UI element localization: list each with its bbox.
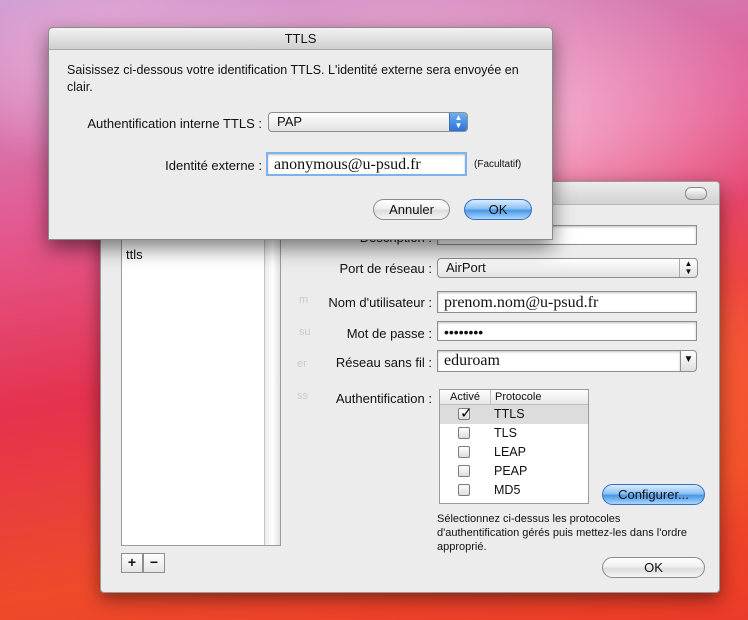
cancel-button[interactable]: Annuler [373, 199, 450, 220]
protocol-name: MD5 [494, 483, 521, 497]
ghost-text: ss [297, 390, 308, 402]
list-scrollbar[interactable] [264, 233, 280, 545]
password-field[interactable]: •••••••• [437, 321, 697, 341]
protocol-table[interactable]: Activé Protocole ✓ TTLS TLS LEAP PEAP MD… [439, 389, 589, 504]
remove-button[interactable]: − [143, 553, 165, 573]
ok-button[interactable]: OK [602, 557, 705, 578]
port-popup[interactable]: AirPort ▲ ▼ [437, 258, 698, 278]
protocol-name: TTLS [494, 407, 525, 421]
checkbox-md5[interactable] [458, 484, 470, 496]
optional-label: (Facultatif) [474, 159, 522, 170]
add-button[interactable]: + [121, 553, 143, 573]
chevron-down-icon: ▼ [683, 354, 694, 365]
port-value: AirPort [446, 260, 486, 275]
protocol-name: LEAP [494, 445, 526, 459]
configure-button[interactable]: Configurer... [602, 484, 705, 505]
protocol-name: PEAP [494, 464, 528, 478]
dialog-title[interactable]: TTLS [49, 28, 552, 50]
outer-identity-field[interactable]: anonymous@u-psud.fr [266, 152, 467, 176]
checkbox-peap[interactable] [458, 465, 470, 477]
list-item[interactable]: ttls [126, 247, 143, 262]
ghost-text: er [297, 358, 307, 370]
toolbar-toggle-button[interactable] [685, 187, 707, 200]
protocol-help-text: Sélectionnez ci-dessus les protocoles d'… [437, 513, 688, 553]
ghost-text: m [299, 294, 309, 306]
inner-auth-value: PAP [277, 114, 303, 129]
column-header-active[interactable]: Activé [440, 390, 491, 404]
wireless-label: Réseau sans fil : [335, 355, 432, 370]
column-header-protocol[interactable]: Protocole [495, 390, 541, 404]
table-row[interactable]: ✓ TTLS [440, 405, 588, 424]
checkbox-tls[interactable] [458, 427, 470, 439]
table-row[interactable]: TLS [440, 424, 588, 443]
inner-auth-popup[interactable]: PAP ▲ ▼ [268, 112, 468, 132]
outer-identity-label: Identité externe : [165, 158, 262, 173]
config-list[interactable]: ttls [121, 232, 281, 546]
ghost-text: su [299, 326, 311, 338]
inner-auth-label: Authentification interne TTLS : [87, 116, 262, 131]
table-row[interactable]: LEAP [440, 443, 588, 462]
port-label: Port de réseau : [339, 261, 433, 276]
dialog-message: Saisissez ci-dessous votre identificatio… [67, 63, 519, 94]
password-label: Mot de passe : [346, 326, 432, 341]
username-label: Nom d'utilisateur : [328, 295, 432, 310]
table-header: Activé Protocole [440, 390, 588, 405]
checkmark-icon: ✓ [460, 405, 473, 422]
up-down-arrows-icon: ▲ ▼ [449, 113, 467, 131]
username-field[interactable]: prenom.nom@u-psud.fr [437, 291, 697, 313]
table-row[interactable]: MD5 [440, 481, 588, 500]
checkbox-ttls[interactable]: ✓ [458, 405, 473, 422]
ok-button[interactable]: OK [464, 199, 532, 220]
ttls-dialog: TTLS Saisissez ci-dessous votre identifi… [48, 27, 553, 240]
checkbox-leap[interactable] [458, 446, 470, 458]
authentication-label: Authentification : [335, 391, 432, 406]
table-row[interactable]: PEAP [440, 462, 588, 481]
protocol-name: TLS [494, 426, 517, 440]
network-settings-window: ttls + − m su er ss Description : ttls P… [100, 181, 720, 593]
wireless-network-field[interactable]: eduroam [437, 350, 681, 372]
up-down-arrows-icon: ▲ ▼ [679, 259, 697, 277]
wireless-dropdown-button[interactable]: ▼ [680, 350, 697, 372]
